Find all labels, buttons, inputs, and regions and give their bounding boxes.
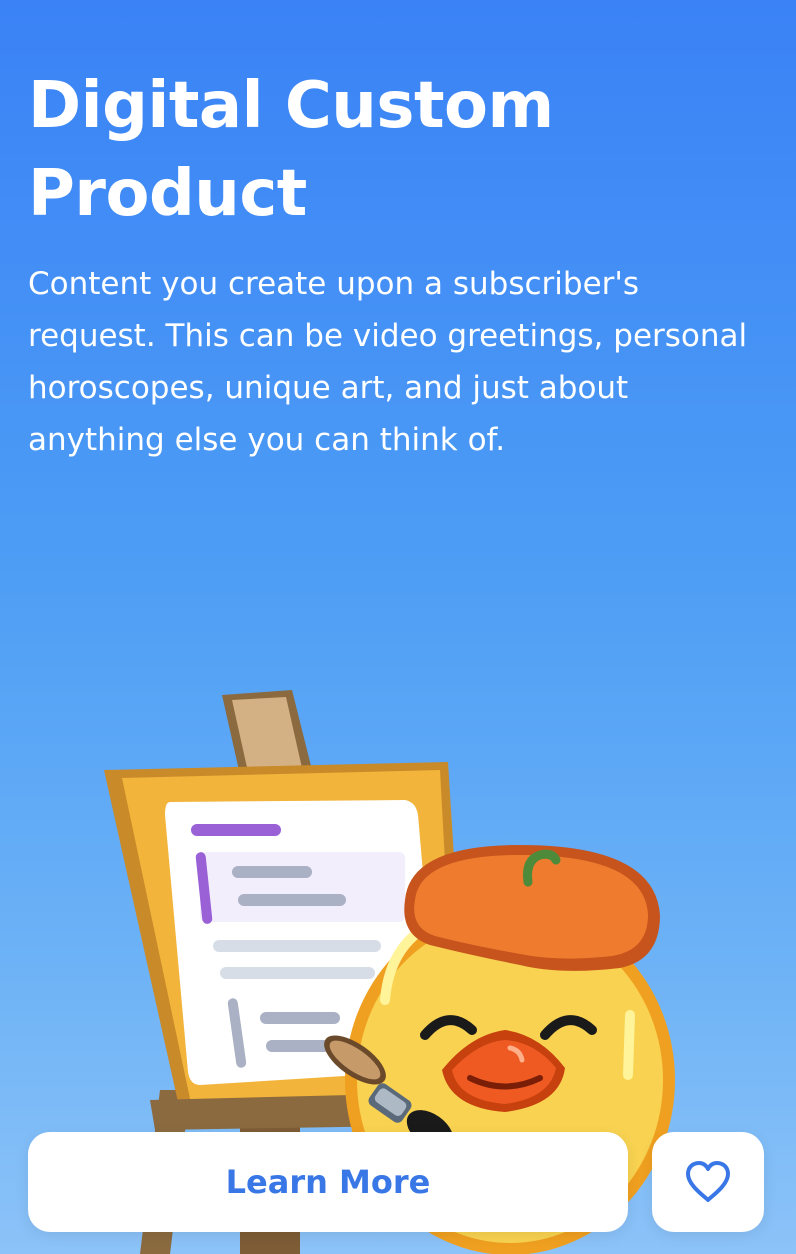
heart-icon — [686, 1161, 730, 1202]
page-title: Digital Custom Product — [28, 69, 554, 231]
learn-more-button[interactable]: Learn More — [28, 1132, 628, 1232]
favorite-button[interactable] — [652, 1132, 764, 1232]
page-description: Content you create upon a subscriber's r… — [28, 266, 748, 458]
